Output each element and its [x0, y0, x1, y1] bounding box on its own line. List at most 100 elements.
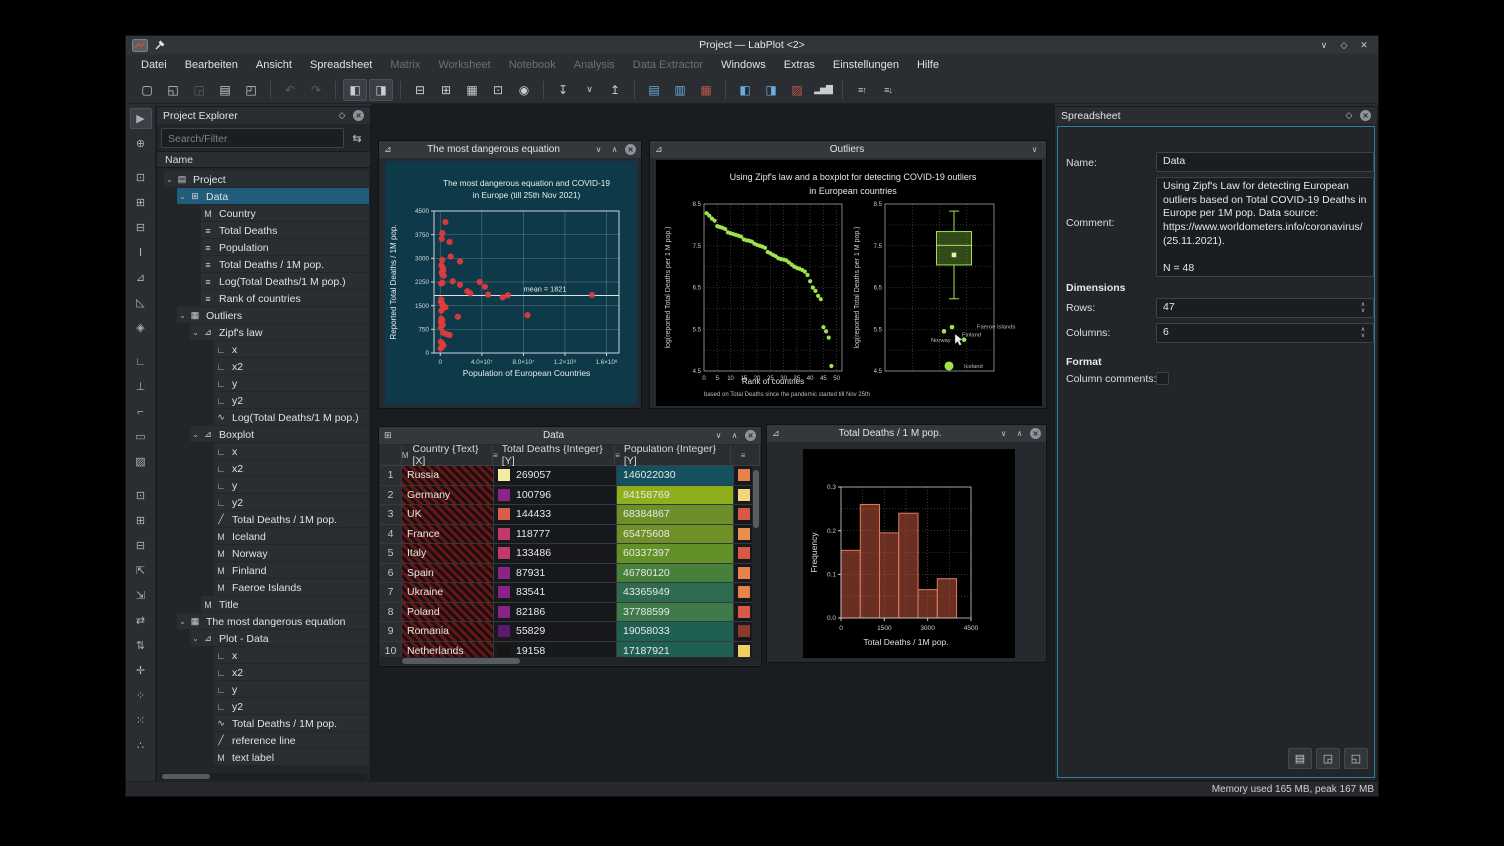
- tree-item-y[interactable]: ∟y: [158, 681, 369, 698]
- expander-icon[interactable]: ⌄: [190, 328, 201, 337]
- tree-item-faeroe-islands[interactable]: MFaeroe Islands: [158, 579, 369, 596]
- cell-population[interactable]: 65475608: [617, 525, 734, 545]
- tool-shift-left[interactable]: ⇲: [130, 585, 152, 606]
- column-header-2[interactable]: ≡Total Deaths {Integer} [Y]: [493, 445, 615, 466]
- tree-item-norway[interactable]: MNorway: [158, 545, 369, 562]
- column-header-1[interactable]: MCountry {Text} [X]: [402, 445, 493, 466]
- rows-spinbox[interactable]: 47∧∨: [1156, 298, 1374, 318]
- cell-total-deaths[interactable]: 118777: [494, 525, 617, 545]
- comment-field[interactable]: Using Zipf's Law for detecting European …: [1156, 177, 1374, 277]
- tree-item-x2[interactable]: ∟x2: [158, 460, 369, 477]
- close-window-button[interactable]: ✕: [1356, 38, 1372, 52]
- cell-population[interactable]: 60337397: [617, 544, 734, 564]
- column-header-4[interactable]: ≡: [731, 445, 760, 466]
- new-spreadsheet-icon[interactable]: ⊞: [434, 79, 458, 101]
- insert-column-right-icon[interactable]: ◨: [759, 79, 783, 101]
- print-icon[interactable]: ▤: [213, 79, 237, 101]
- table-row[interactable]: 10Netherlands1915817187921: [380, 642, 760, 658]
- table-row[interactable]: 3UK14443368384867: [380, 505, 760, 525]
- insert-column-left-icon[interactable]: ◧: [733, 79, 757, 101]
- column-header-3[interactable]: ≡Population {Integer} [Y]: [615, 445, 731, 466]
- tool-axis-ticks[interactable]: ⊥: [130, 376, 152, 397]
- tree-item-plot-data[interactable]: ⌄⊿Plot - Data: [158, 630, 369, 647]
- tool-plot-area[interactable]: ▭: [130, 426, 152, 447]
- tree-item-total-deaths-1m-pop-[interactable]: ∿Total Deaths / 1M pop.: [158, 715, 369, 732]
- tree-item-y2[interactable]: ∟y2: [158, 392, 369, 409]
- table-row[interactable]: 8Poland8218637788599: [380, 603, 760, 623]
- tree-item-total-deaths-1m-pop-[interactable]: ≡Total Deaths / 1M pop.: [158, 256, 369, 273]
- toggle-properties-icon[interactable]: ◨: [369, 79, 393, 101]
- histogram-worksheet[interactable]: 01500300045000.00.10.20.3Total Deaths / …: [803, 449, 1015, 658]
- tree-item-text-label[interactable]: Mtext label: [158, 749, 369, 766]
- close-panel-icon[interactable]: ✕: [353, 110, 364, 121]
- tree-item-x[interactable]: ∟x: [158, 647, 369, 664]
- expander-icon[interactable]: ⌄: [177, 311, 188, 320]
- sort-descending-icon[interactable]: ≡↓: [876, 79, 900, 101]
- tool-zoom-y[interactable]: ⊟: [130, 535, 152, 556]
- export-icon[interactable]: ↥: [603, 79, 627, 101]
- menu-einstellungen[interactable]: Einstellungen: [824, 54, 908, 76]
- tool-fit[interactable]: ∴: [130, 735, 152, 756]
- tree-item-y[interactable]: ∟y: [158, 477, 369, 494]
- insert-row-above-icon[interactable]: ▤: [642, 79, 666, 101]
- tool-shift-up[interactable]: ⇄: [130, 610, 152, 631]
- tree-item-finland[interactable]: MFinland: [158, 562, 369, 579]
- cell-population[interactable]: 37788599: [617, 603, 734, 623]
- cell-total-deaths[interactable]: 144433: [494, 505, 617, 525]
- toggle-project-explorer-icon[interactable]: ◧: [343, 79, 367, 101]
- table-row[interactable]: 6Spain8793146780120: [380, 564, 760, 584]
- cell-total-deaths[interactable]: 55829: [494, 622, 617, 642]
- tree-item-title[interactable]: MTitle: [158, 596, 369, 613]
- shade-icon[interactable]: ∨: [592, 143, 605, 156]
- expander-icon[interactable]: ⌄: [177, 617, 188, 626]
- tool-scale-auto[interactable]: ✛: [130, 660, 152, 681]
- cell-total-deaths[interactable]: 19158: [494, 642, 617, 658]
- tool-scale-auto-x[interactable]: ⁘: [130, 685, 152, 706]
- expander-icon[interactable]: ⌄: [190, 430, 201, 439]
- tool-zoom-in[interactable]: ⊡: [130, 485, 152, 506]
- restore-icon[interactable]: ∧: [608, 143, 621, 156]
- sort-ascending-icon[interactable]: ≡↑: [850, 79, 874, 101]
- expander-icon[interactable]: ⌄: [190, 634, 201, 643]
- cell-population[interactable]: 68384867: [617, 505, 734, 525]
- expander-icon[interactable]: ⌄: [177, 192, 188, 201]
- tree-item-rank-of-countries[interactable]: ≡Rank of countries: [158, 290, 369, 307]
- tool-crosshair[interactable]: ⊕: [130, 133, 152, 154]
- tree-item-population[interactable]: ≡Population: [158, 239, 369, 256]
- print-preview-icon[interactable]: ◰: [239, 79, 263, 101]
- cell-total-deaths[interactable]: 133486: [494, 544, 617, 564]
- export-properties-icon[interactable]: ▤: [1288, 748, 1312, 769]
- cell-country[interactable]: France: [402, 525, 494, 545]
- dangerous-worksheet[interactable]: The most dangerous equation and COVID-19…: [385, 161, 637, 405]
- cell-total-deaths[interactable]: 83541: [494, 583, 617, 603]
- new-worksheet-icon[interactable]: ⊡: [486, 79, 510, 101]
- tree-item-x2[interactable]: ∟x2: [158, 664, 369, 681]
- cell-total-deaths[interactable]: 269057: [494, 466, 617, 486]
- cell-country[interactable]: Spain: [402, 564, 494, 584]
- explorer-horizontal-scrollbar[interactable]: [160, 773, 367, 780]
- tree-item-the-most-dangerous-equation[interactable]: ⌄▦The most dangerous equation: [158, 613, 369, 630]
- menu-hilfe[interactable]: Hilfe: [908, 54, 948, 76]
- menu-ansicht[interactable]: Ansicht: [247, 54, 301, 76]
- table-row[interactable]: 5Italy13348660337397: [380, 544, 760, 564]
- window-outliers[interactable]: ⊿ Outliers ∨ Using Zipf's law and a boxp…: [649, 140, 1047, 409]
- cell-country[interactable]: Netherlands: [402, 642, 494, 658]
- tree-item-log-total-deaths-1-m-pop-[interactable]: ∿Log(Total Deaths/1 M pop.): [158, 409, 369, 426]
- close-icon[interactable]: ✕: [745, 430, 756, 441]
- tree-item-data[interactable]: ⌄⊞Data: [158, 188, 369, 205]
- table-row[interactable]: 4France11877765475608: [380, 525, 760, 545]
- tool-scale-auto-y[interactable]: ⁙: [130, 710, 152, 731]
- cell-country[interactable]: Germany: [402, 486, 494, 506]
- save-properties-icon[interactable]: ◲: [1316, 748, 1340, 769]
- tree-item-boxplot[interactable]: ⌄⊿Boxplot: [158, 426, 369, 443]
- columns-spinbox[interactable]: 6∧∨: [1156, 323, 1374, 343]
- new-folder-icon[interactable]: ⊟: [408, 79, 432, 101]
- cell-country[interactable]: Italy: [402, 544, 494, 564]
- cell-country[interactable]: Romania: [402, 622, 494, 642]
- table-row[interactable]: 1Russia269057146022030: [380, 466, 760, 486]
- project-explorer-header[interactable]: Project Explorer ◇ ✕: [157, 107, 370, 124]
- save-as-properties-icon[interactable]: ◱: [1344, 748, 1368, 769]
- data-table[interactable]: MCountry {Text} [X]≡Total Deaths {Intege…: [380, 445, 760, 657]
- cell-country[interactable]: Russia: [402, 466, 494, 486]
- window-histogram[interactable]: ⊿ Total Deaths / 1 M pop. ∨ ∧ ✕ 01500300…: [766, 424, 1047, 663]
